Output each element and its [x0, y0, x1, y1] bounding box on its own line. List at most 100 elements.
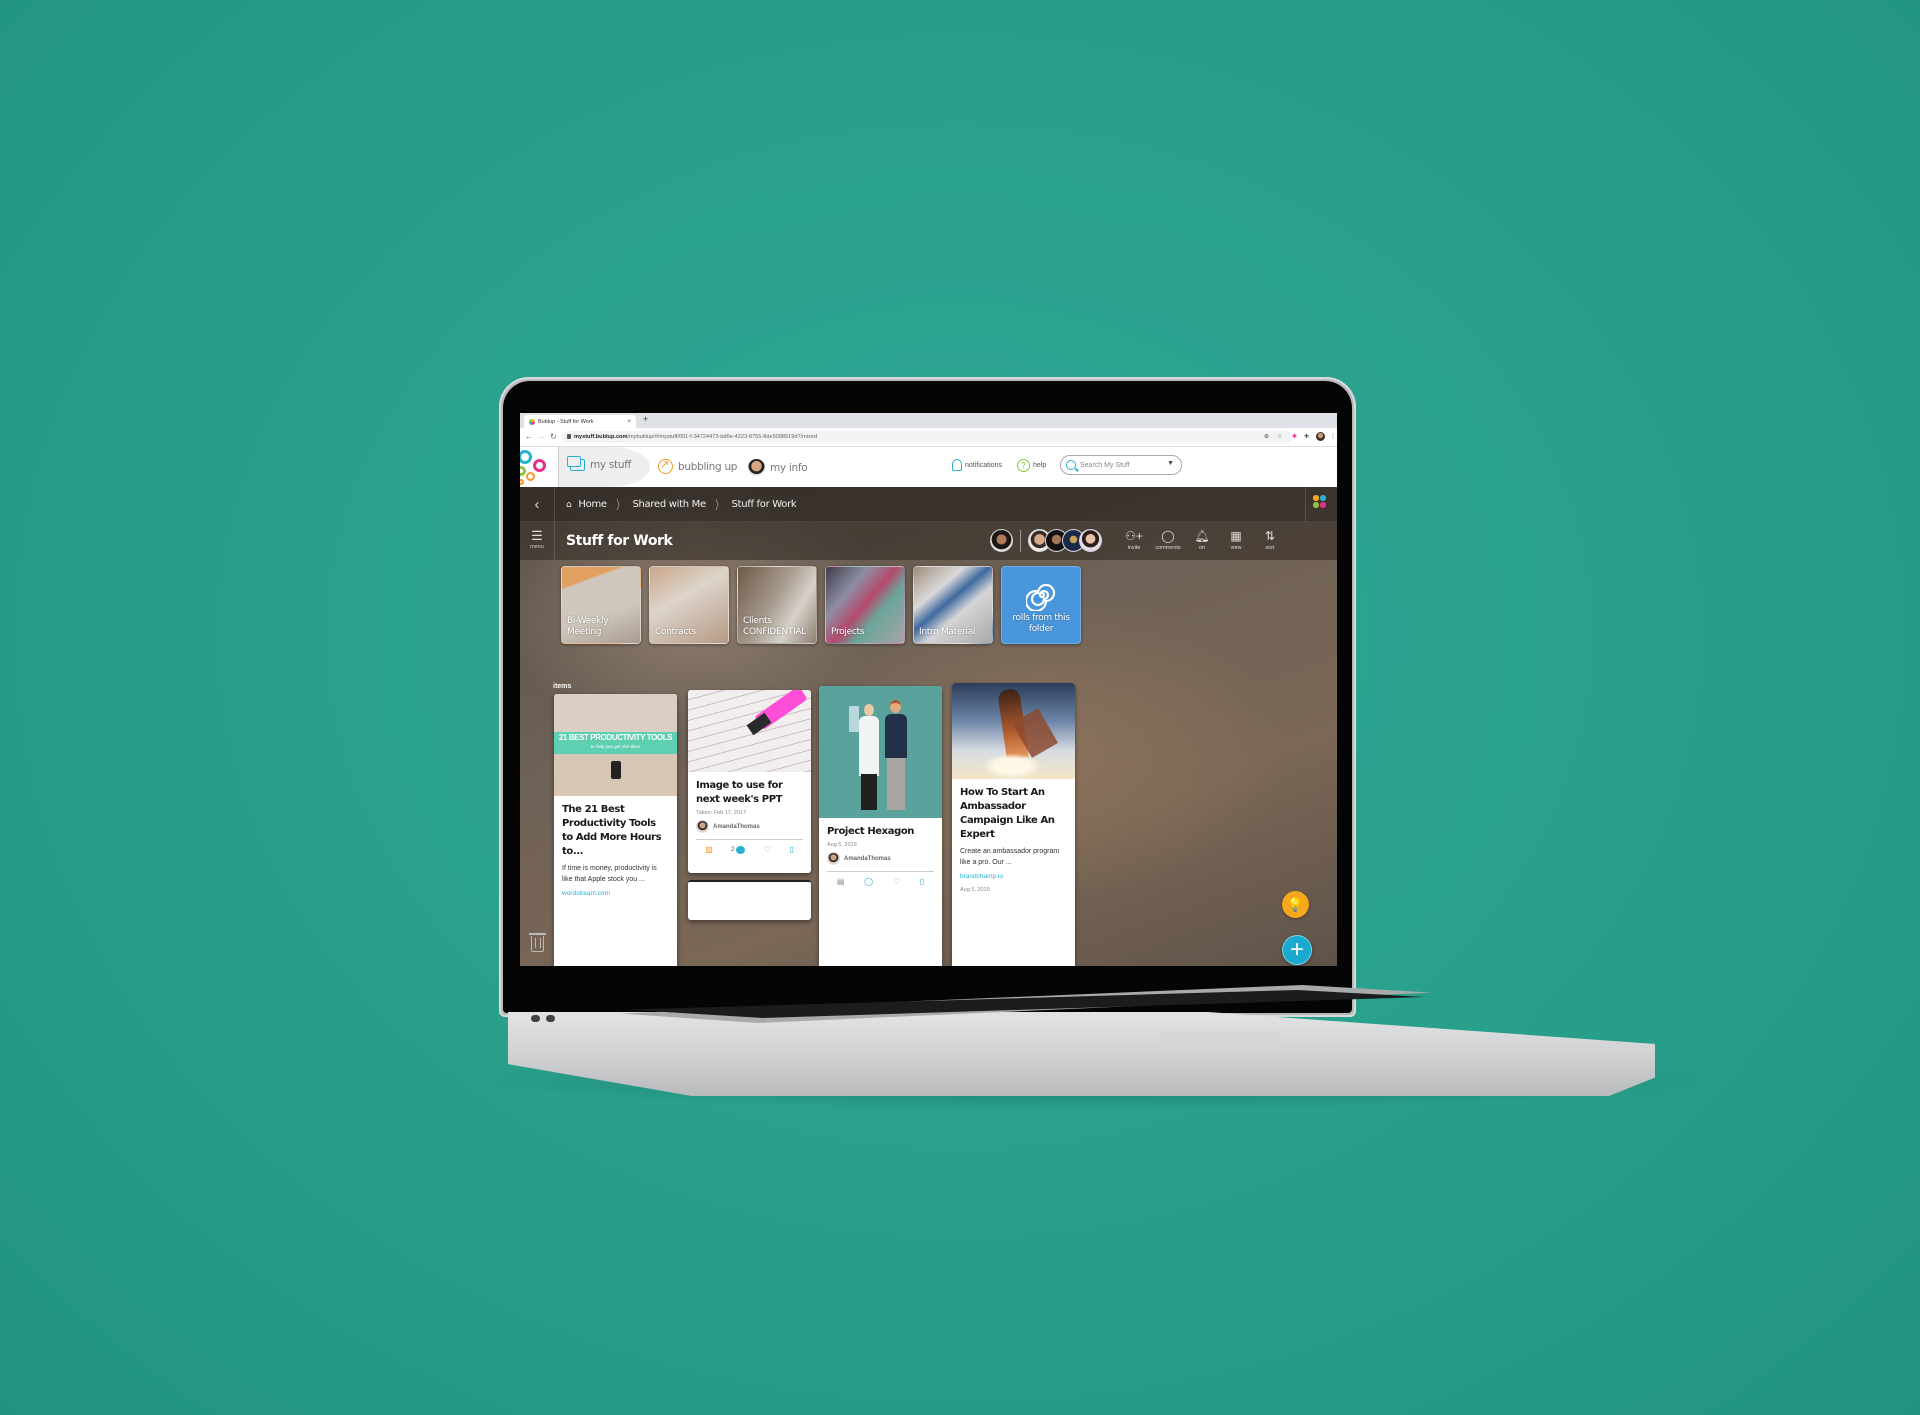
avatar[interactable] — [1079, 529, 1102, 552]
add-button[interactable]: + — [1282, 935, 1312, 965]
menu-label: menu — [530, 544, 544, 550]
forward-arrow-icon[interactable]: → — [537, 432, 545, 441]
trash-icon[interactable] — [529, 933, 546, 952]
nav-my-stuff[interactable]: my stuff — [567, 456, 631, 471]
puzzle-icon[interactable]: ✚ — [1304, 433, 1309, 440]
notifications-label: notifications — [965, 461, 1002, 469]
url-domain: mystuff.bublup.com — [574, 434, 628, 440]
url-path: /mybublup/#/mystuff/001-f-34724473-bd6e-… — [627, 434, 818, 440]
url-input[interactable]: mystuff.bublup.com /mybublup/#/mystuff/0… — [562, 431, 1292, 443]
lightbulb-icon: 💡 — [1287, 896, 1304, 912]
like-icon[interactable]: ♡ — [764, 845, 771, 854]
breadcrumb: ⌂ Home 〉 Shared with Me 〉 Stuff for Work — [566, 496, 797, 513]
trend-icon — [658, 458, 673, 474]
folder-tile[interactable]: Projects — [825, 566, 905, 644]
notifications-button[interactable]: notifications — [952, 459, 1002, 471]
hamburger-icon: ☰ — [531, 528, 543, 543]
tool-label: view — [1230, 545, 1242, 551]
bell-icon: 🔔︎ — [1194, 529, 1210, 543]
folder-grid: Bi-Weekly Meeting Contracts Clients CONFID… — [561, 566, 1081, 644]
profile-avatar[interactable] — [1316, 432, 1325, 441]
view-icon: ▦ — [1230, 529, 1242, 543]
card-owner[interactable]: AmandaThomas — [827, 852, 934, 865]
comments-button[interactable]: ◯ comments — [1151, 527, 1185, 551]
avatar — [696, 820, 709, 833]
folder-label: rolls from this folder — [1012, 613, 1070, 634]
folder-tile[interactable]: Bi-Weekly Meeting — [561, 566, 641, 644]
item-card[interactable] — [688, 880, 811, 920]
item-card[interactable]: 21 BEST PRODUCTIVITY TOOLS to help you g… — [554, 694, 677, 966]
folder-icon — [567, 456, 585, 471]
sort-button[interactable]: ⇅ sort — [1253, 527, 1287, 551]
owner-avatar[interactable] — [990, 529, 1013, 552]
card-title[interactable]: Project Hexagon — [827, 825, 934, 839]
card-description: Create an ambassador program like a pro.… — [960, 848, 1060, 866]
document-icon[interactable]: ▤ — [837, 877, 845, 886]
share-icon[interactable]: ▯ — [920, 877, 924, 886]
nav-bubbling-up[interactable]: bubbling up — [658, 458, 737, 474]
search-input[interactable]: Search My Stuff ▼ — [1060, 455, 1182, 475]
folder-tile[interactable]: Intro Material — [913, 566, 993, 644]
breadcrumb-shared[interactable]: Shared with Me — [632, 499, 706, 510]
browser-tab[interactable]: Bublup - Stuff for Work × — [524, 415, 636, 428]
folder-tile[interactable]: Clients CONFIDENTIAL — [737, 566, 817, 644]
bublup-logo[interactable] — [520, 449, 560, 485]
back-button[interactable]: ‹ — [520, 487, 555, 522]
breadcrumb-home[interactable]: Home — [578, 499, 607, 510]
main-content: ‹ ⌂ Home 〉 Shared with Me 〉 Stuff for Wo… — [520, 487, 1337, 966]
comments-button[interactable]: 2 — [731, 845, 746, 854]
folder-tile[interactable]: Contracts — [649, 566, 729, 644]
star-icon[interactable]: ☆ — [1277, 433, 1282, 440]
card-image-banner: 21 BEST PRODUCTIVITY TOOLS to help you g… — [554, 732, 677, 754]
reload-icon[interactable]: ↻ — [550, 432, 557, 441]
bublup-extension-icon[interactable]: ✱ — [1292, 433, 1297, 440]
image-icon[interactable]: ▨ — [705, 845, 713, 854]
rolls-from-folder-tile[interactable]: rolls from this folder — [1001, 566, 1081, 644]
tool-label: sort — [1265, 545, 1275, 551]
invite-button[interactable]: ⚇+ invite — [1117, 527, 1151, 551]
close-tab-icon[interactable]: × — [627, 419, 631, 425]
zoom-icon[interactable]: ⊕ — [1264, 433, 1269, 440]
share-icon[interactable]: ▯ — [789, 845, 793, 854]
apps-grid-icon[interactable] — [1313, 495, 1327, 509]
card-title[interactable]: The 21 Best Productivity Tools to Add Mo… — [562, 803, 669, 859]
tool-label: on — [1198, 545, 1206, 551]
avatar — [748, 459, 765, 476]
view-button[interactable]: ▦ view — [1219, 527, 1253, 551]
nav-my-info[interactable]: my info — [748, 459, 808, 476]
kebab-menu-icon[interactable]: ⋮ — [1330, 433, 1336, 440]
chevron-down-icon[interactable]: ▼ — [1167, 460, 1174, 467]
menu-button[interactable]: ☰ menu — [520, 522, 555, 560]
comment-count: 2 — [731, 846, 735, 853]
idea-button[interactable]: 💡 — [1282, 891, 1309, 918]
folder-label: Projects — [831, 627, 865, 637]
help-button[interactable]: ? help — [1017, 459, 1046, 472]
card-actions: ▨ 2 ♡ ▯ — [696, 839, 803, 854]
invite-icon: ⚇+ — [1125, 529, 1143, 543]
new-tab-button[interactable]: + — [643, 414, 648, 424]
item-card[interactable]: Image to use for next week's PPT Taken: … — [688, 690, 811, 873]
like-icon[interactable]: ♡ — [893, 877, 900, 886]
card-source-link[interactable]: brandchamp.io — [960, 873, 1067, 880]
folder-label: Intro Material — [919, 627, 976, 637]
members — [990, 529, 1102, 552]
card-owner[interactable]: AmandaThomas — [696, 820, 803, 833]
card-image — [688, 690, 811, 772]
card-title[interactable]: How To Start An Ambassador Campaign Like… — [960, 786, 1067, 842]
page-title: Stuff for Work — [566, 533, 673, 549]
item-card[interactable]: Project Hexagon Aug 5, 2019 AmandaThomas… — [819, 686, 942, 966]
bell-icon — [952, 459, 962, 471]
card-source-link[interactable]: wordstream.com — [562, 890, 669, 897]
item-card[interactable]: How To Start An Ambassador Campaign Like… — [952, 683, 1075, 966]
notifications-toggle[interactable]: 🔔︎ on — [1185, 527, 1219, 551]
back-arrow-icon[interactable]: ← — [525, 432, 533, 441]
sort-icon: ⇅ — [1264, 529, 1276, 543]
card-title[interactable]: Image to use for next week's PPT — [696, 779, 803, 807]
usb-port — [546, 1015, 555, 1022]
laptop-screen: Bublup - Stuff for Work × + ← → ↻ mystuf… — [520, 413, 1337, 966]
card-actions: ▤ ◯ ♡ ▯ — [827, 871, 934, 886]
member-avatars[interactable] — [1028, 529, 1102, 552]
tool-label: invite — [1127, 545, 1141, 551]
spiral-icon — [1026, 583, 1056, 611]
comment-icon[interactable]: ◯ — [864, 877, 873, 886]
